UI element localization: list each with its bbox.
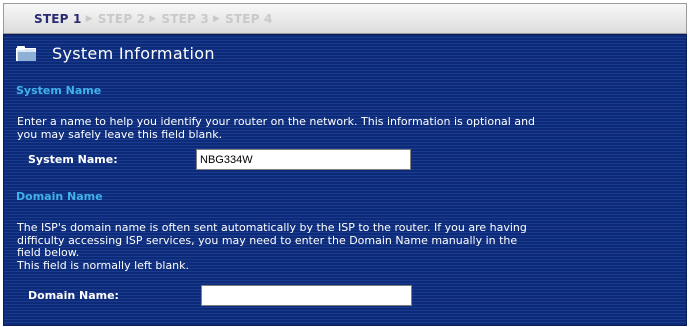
step-bar: STEP 1 ▶ STEP 2 ▶ STEP 3 ▶ STEP 4 [3,3,687,34]
system-name-description: Enter a name to help you identify your r… [17,115,677,141]
domain-name-description-line-1: The ISP's domain name is often sent auto… [17,221,527,234]
system-name-description-line-1: Enter a name to help you identify your r… [17,115,536,128]
step-4-label: STEP 4 [225,11,273,26]
page-header: System Information [4,35,686,71]
main-panel: System Information System Name Enter a n… [3,34,687,326]
domain-name-description-line-2: difficulty accessing ISP services, you m… [17,233,518,247]
domain-name-description: The ISP's domain name is often sent auto… [17,221,677,272]
domain-name-heading: Domain Name [16,190,103,203]
step-arrow-icon: ▶ [212,13,221,24]
system-name-description-line-2: you may safely leave this field blank. [17,127,223,141]
folder-icon [16,45,36,61]
system-name-heading: System Name [16,84,102,97]
system-name-field[interactable] [196,149,411,170]
step-2-label: STEP 2 [97,11,146,26]
domain-name-field[interactable] [201,285,412,306]
wizard-window: STEP 1 ▶ STEP 2 ▶ STEP 3 ▶ STEP 4 System… [0,0,689,327]
domain-name-description-line-4: This field is normally left blank. [17,258,190,272]
domain-name-description-line-3: field below. [17,246,80,259]
page-title: System Information [52,43,215,63]
system-name-label: System Name: [28,153,118,166]
step-arrow-icon: ▶ [85,13,93,24]
step-arrow-icon: ▶ [149,13,157,24]
step-3-label: STEP 3 [161,11,209,26]
domain-name-label: Domain Name: [28,289,119,302]
step-1-label: STEP 1 [34,11,82,26]
